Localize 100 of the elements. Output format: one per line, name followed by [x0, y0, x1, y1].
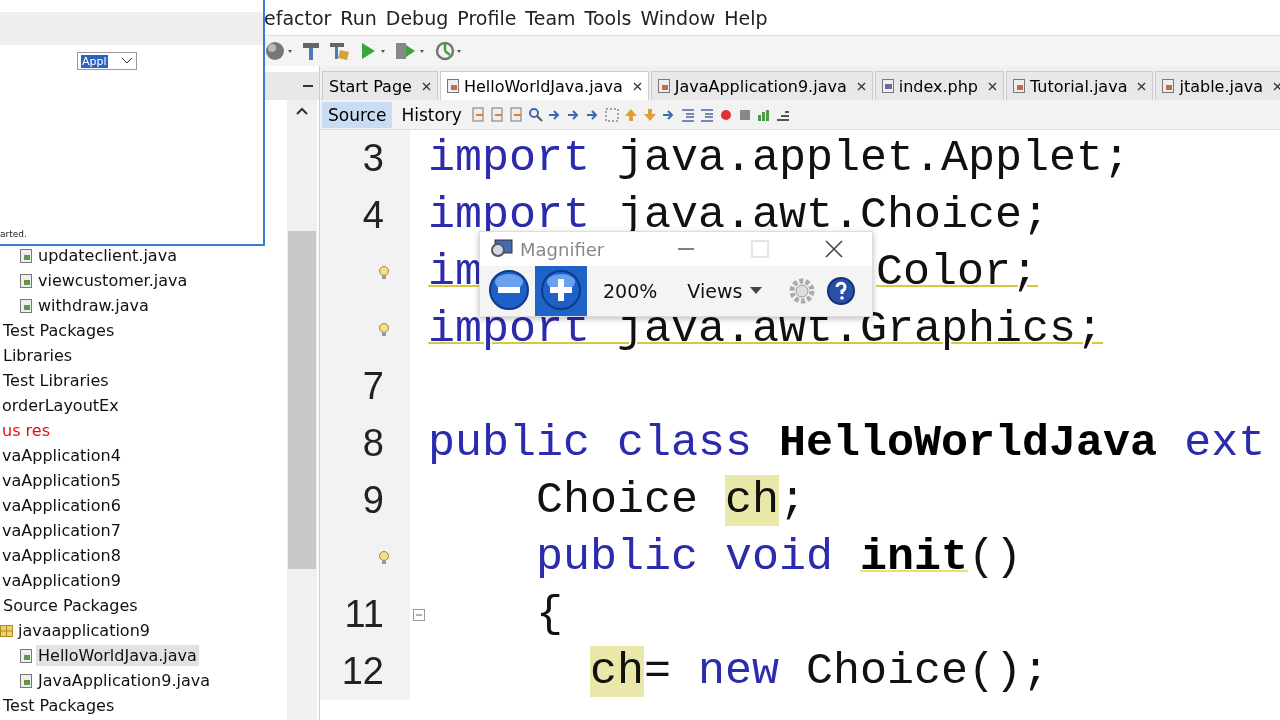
file-icon — [1013, 79, 1026, 93]
tab-label: jtable.java — [1179, 76, 1264, 96]
menu-item[interactable]: Window — [640, 6, 716, 29]
editor-tab[interactable]: index.php — [874, 71, 1004, 100]
menu-item[interactable]: efactor — [264, 6, 332, 29]
file-icon — [657, 79, 671, 93]
file-icon — [20, 248, 33, 263]
tree-item[interactable]: JavaApplication9.java — [36, 670, 212, 691]
code-text: Choice — [536, 475, 700, 526]
tree-item[interactable]: Test Packages — [1, 320, 117, 341]
close-icon[interactable] — [1273, 81, 1280, 91]
views-dropdown[interactable]: Views — [681, 279, 769, 303]
tree-item[interactable]: us res — [0, 420, 52, 441]
file-icon — [446, 79, 460, 93]
document-icon[interactable] — [508, 106, 525, 123]
document-icon[interactable] — [470, 106, 487, 123]
close-icon[interactable] — [824, 239, 844, 259]
code-text: java.awt.Graphics; — [616, 304, 1104, 355]
lightbulb-icon[interactable] — [378, 322, 390, 337]
menu-item[interactable]: Help — [724, 6, 768, 29]
code-text: ch — [590, 646, 644, 697]
globe-icon[interactable] — [264, 40, 294, 62]
code-text: import — [428, 133, 591, 184]
editor-tab[interactable]: JavaApplication9.java — [650, 71, 873, 100]
tree-item[interactable]: orderLayoutEx — [0, 395, 121, 416]
hammer-brush-icon[interactable] — [328, 40, 352, 62]
code-text: public class — [428, 418, 754, 469]
view-tab[interactable]: Source — [322, 101, 393, 128]
fold-icon[interactable] — [413, 608, 425, 621]
code-text: java.applet.Applet; — [616, 133, 1131, 184]
scroll-up-icon[interactable] — [295, 106, 309, 116]
tree-item[interactable]: vaApplication6 — [0, 495, 123, 516]
close-icon[interactable] — [421, 81, 431, 91]
code-text: () — [968, 532, 1023, 583]
menu-item[interactable]: Tools — [584, 6, 632, 29]
tree-item[interactable]: withdraw.java — [36, 295, 151, 316]
editor-tab[interactable]: Start Page — [322, 71, 438, 100]
package-icon — [0, 623, 13, 638]
menu-item[interactable]: Profile — [457, 6, 517, 29]
code-text: im — [428, 247, 482, 298]
code-text: init — [860, 532, 969, 583]
tree-item[interactable]: vaApplication4 — [0, 445, 123, 466]
line-number: 4 — [362, 194, 384, 237]
code-text: Color; — [876, 247, 1039, 298]
tree-item[interactable]: Libraries — [1, 345, 75, 366]
tree-item[interactable]: Test Libraries — [1, 370, 111, 391]
code-text: ch — [725, 475, 780, 526]
document-icon[interactable] — [489, 106, 506, 123]
settings-icon[interactable] — [788, 277, 817, 305]
close-icon[interactable] — [1137, 81, 1147, 91]
file-icon — [20, 648, 33, 663]
close-icon[interactable] — [632, 81, 642, 91]
hammer-icon[interactable] — [300, 40, 322, 62]
code-text: import — [428, 190, 591, 241]
code-text: HelloWorldJava — [779, 418, 1159, 469]
menu-item[interactable]: Team — [525, 6, 576, 29]
code-text: ; — [779, 475, 807, 526]
view-tab[interactable]: History — [395, 101, 468, 128]
scrollbar-thumb[interactable] — [288, 231, 316, 569]
lightbulb-icon[interactable] — [378, 550, 390, 565]
close-icon[interactable] — [988, 81, 997, 91]
help-icon[interactable] — [826, 276, 857, 306]
close-icon[interactable] — [856, 81, 866, 91]
tree-item[interactable]: vaApplication5 — [0, 470, 123, 491]
search-icon[interactable] — [527, 106, 544, 123]
code-text: java.awt.Choice; — [616, 190, 1050, 241]
chevron-down-icon — [121, 57, 133, 65]
choice-dropdown[interactable]: Appl — [77, 52, 137, 70]
code-text: new — [698, 646, 780, 697]
editor-tab[interactable]: HelloWorldJava.java — [439, 71, 649, 100]
file-icon — [881, 79, 895, 93]
tab-label: HelloWorldJava.java — [463, 76, 623, 96]
tree-item[interactable]: vaApplication7 — [0, 520, 123, 541]
editor-tab[interactable]: jtable.java — [1155, 71, 1280, 100]
line-number: 11 — [344, 593, 384, 636]
tree-item[interactable]: javaapplication9 — [16, 620, 152, 641]
menu-item[interactable]: Run — [340, 6, 377, 29]
window-title: Magnifier — [520, 238, 605, 260]
tree-item[interactable]: updateclient.java — [36, 245, 179, 266]
code-text: ext — [1184, 418, 1266, 469]
tab-label: JavaApplication9.java — [674, 76, 847, 96]
file-icon — [20, 273, 33, 288]
tree-item[interactable]: viewcustomer.java — [36, 270, 190, 291]
file-icon — [20, 298, 33, 313]
tree-item[interactable]: vaApplication9 — [0, 570, 123, 591]
select-icon[interactable] — [603, 106, 620, 123]
tree-item[interactable]: HelloWorldJava.java — [36, 645, 199, 666]
indent-icon[interactable] — [698, 106, 715, 123]
indent-icon[interactable] — [679, 106, 696, 123]
code-text: = — [644, 646, 673, 697]
file-icon — [1162, 79, 1176, 93]
editor-tab[interactable]: Tutorial.java — [1006, 71, 1154, 100]
profile-icon[interactable] — [434, 40, 464, 62]
tree-item[interactable]: Source Packages — [1, 595, 140, 616]
file-icon — [20, 673, 33, 688]
menu-item[interactable]: Debug — [385, 6, 449, 29]
lightbulb-icon[interactable] — [378, 265, 390, 280]
zoom-level: 200% — [603, 280, 658, 302]
tree-item[interactable]: vaApplication8 — [0, 545, 123, 566]
tree-item[interactable]: Test Packages — [1, 695, 117, 716]
